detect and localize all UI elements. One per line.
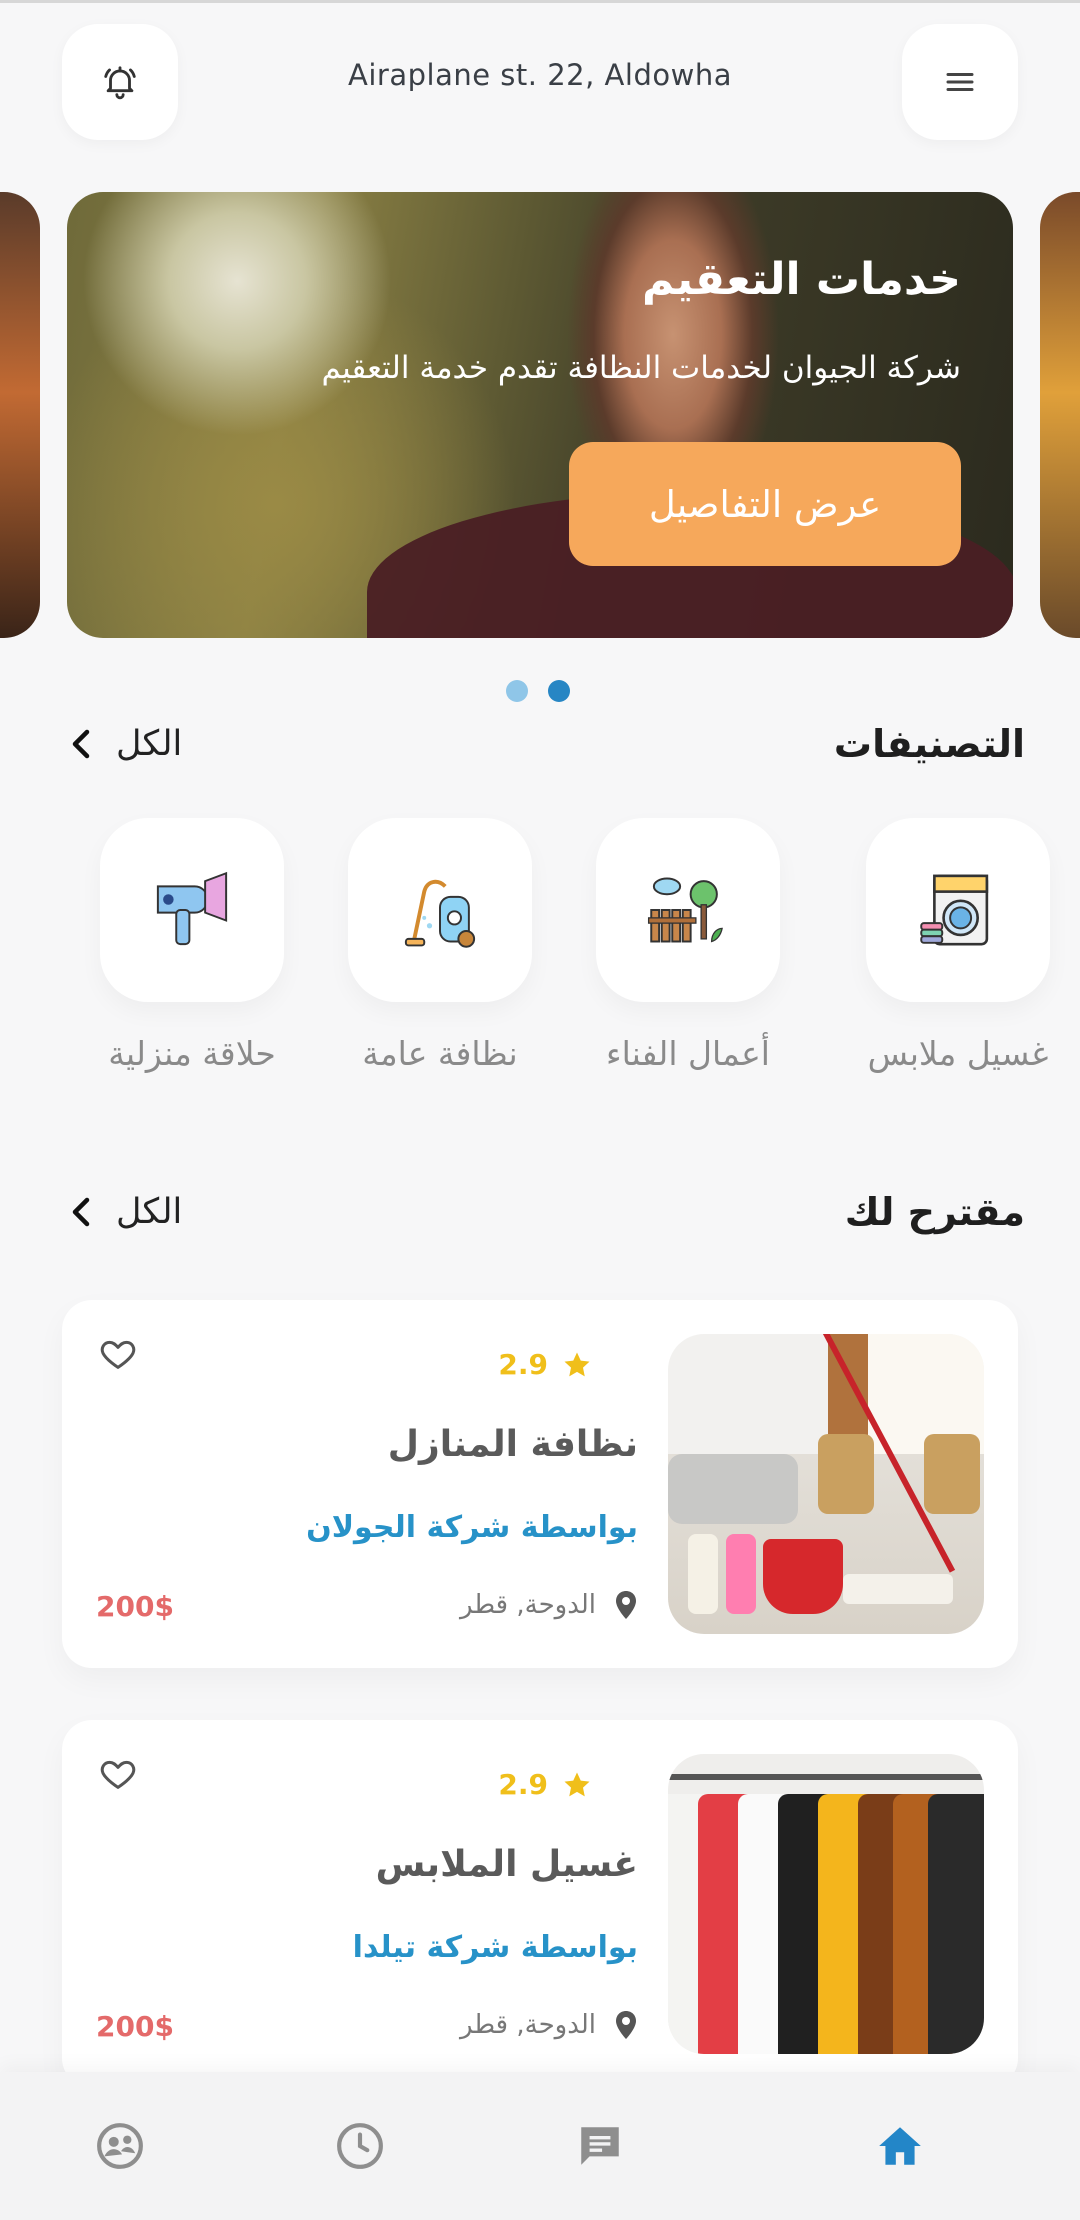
pagination-dot-active[interactable] <box>548 680 570 702</box>
service-price: 200$ <box>96 2010 174 2043</box>
garden-fence-icon <box>647 877 723 943</box>
service-title: غسيل الملابس <box>375 1844 638 1885</box>
pagination-dot[interactable] <box>506 680 528 702</box>
service-card[interactable]: 2.9 نظافة المنازل بواسطة شركة الجولان ال… <box>62 1300 1018 1668</box>
favorite-heart-icon[interactable] <box>98 1754 138 1794</box>
house-cleaning-photo <box>668 1334 984 1634</box>
location-text: الدوحة, قطر <box>460 2010 596 2040</box>
category-icon-box <box>348 818 532 1002</box>
star-icon <box>564 1772 590 1796</box>
vacuum-cleaner-icon <box>404 879 476 948</box>
profile-icon <box>97 2123 143 2169</box>
promo-banner[interactable]: خدمات التعقيم شركة الجيوان لخدمات النظاف… <box>67 192 1013 638</box>
suggested-see-all[interactable]: الكل <box>72 1192 182 1232</box>
see-all-label: الكل <box>116 1192 183 1232</box>
menu-icon <box>946 73 974 91</box>
service-location: الدوحة, قطر <box>460 2010 638 2040</box>
nav-history[interactable] <box>332 2118 388 2174</box>
menu-button[interactable] <box>902 24 1018 140</box>
bell-icon <box>104 66 136 100</box>
washing-machine-icon <box>920 874 989 946</box>
rating-value: 2.9 <box>498 1768 548 1801</box>
hair-dryer-icon <box>156 871 228 946</box>
delivery-address[interactable]: Airaplane st. 22, Aldowha <box>230 58 850 92</box>
suggested-title: مقترح لك <box>844 1190 1025 1234</box>
chevron-left-icon <box>72 1197 90 1227</box>
banner-title: خدمات التعقيم <box>642 254 961 305</box>
category-icon-box <box>100 818 284 1002</box>
category-icon-box <box>596 818 780 1002</box>
notifications-button[interactable] <box>62 24 178 140</box>
category-general-cleaning[interactable]: نظافة عامة <box>348 818 532 1073</box>
service-company[interactable]: بواسطة شركة الجولان <box>306 1510 638 1545</box>
favorite-heart-icon[interactable] <box>98 1334 138 1374</box>
banner-subtitle: شركة الجيوان لخدمات النظافة تقدم خدمة ال… <box>321 350 961 386</box>
carousel-prev-slide[interactable] <box>0 192 40 638</box>
rating: 2.9 <box>498 1768 592 1801</box>
rating: 2.9 <box>498 1348 592 1381</box>
service-price: 200$ <box>96 1590 174 1623</box>
category-label: أعمال الفناء <box>606 1034 770 1073</box>
category-label: نظافة عامة <box>362 1034 518 1073</box>
see-all-label: الكل <box>116 724 183 764</box>
carousel-pagination <box>506 680 570 702</box>
service-card[interactable]: 2.9 غسيل الملابس بواسطة شركة تيلدا الدوح… <box>62 1720 1018 2088</box>
rating-value: 2.9 <box>498 1348 548 1381</box>
service-title: نظافة المنازل <box>387 1424 638 1465</box>
top-divider <box>0 0 1080 3</box>
service-location: الدوحة, قطر <box>460 1590 638 1620</box>
bottom-navigation <box>0 2072 1080 2220</box>
category-yard-work[interactable]: أعمال الفناء <box>596 818 780 1073</box>
chat-icon <box>581 2127 619 2165</box>
service-company[interactable]: بواسطة شركة تيلدا <box>353 1930 638 1965</box>
category-icon-box <box>866 818 1050 1002</box>
star-icon <box>564 1352 590 1376</box>
nav-messages[interactable] <box>572 2118 628 2174</box>
location-text: الدوحة, قطر <box>460 1590 596 1620</box>
hanging-shirts-photo <box>668 1754 984 2054</box>
chevron-left-icon <box>72 729 90 759</box>
location-pin-icon <box>616 1591 636 1619</box>
category-laundry[interactable]: غسيل ملابس <box>866 818 1050 1073</box>
nav-profile[interactable] <box>92 2118 148 2174</box>
category-label: حلاقة منزلية <box>108 1034 276 1073</box>
home-icon <box>879 2127 921 2165</box>
categories-see-all[interactable]: الكل <box>72 724 182 764</box>
history-clock-icon <box>337 2123 383 2169</box>
carousel-next-slide[interactable] <box>1040 192 1080 638</box>
category-label: غسيل ملابس <box>867 1034 1049 1073</box>
category-home-haircut[interactable]: حلاقة منزلية <box>100 818 284 1073</box>
view-details-button[interactable]: عرض التفاصيل <box>569 442 961 566</box>
nav-home[interactable] <box>872 2118 928 2174</box>
location-pin-icon <box>616 2011 636 2039</box>
categories-title: التصنيفات <box>833 722 1025 766</box>
